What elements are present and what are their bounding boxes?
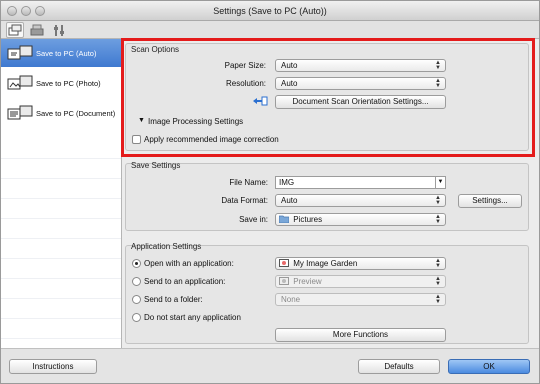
sidebar-item-save-to-pc-auto[interactable]: Save to PC (Auto) [1,39,121,67]
application-settings-title: Application Settings [131,242,202,251]
scan-from-pc-tab[interactable] [6,22,24,38]
ok-button[interactable]: OK [448,359,530,374]
instructions-button[interactable]: Instructions [9,359,97,374]
sidebar: Save to PC (Auto) Save to PC (Photo) Sav… [1,39,122,348]
sidebar-item-save-to-pc-document[interactable]: Save to PC (Document) [1,99,121,127]
save-settings-section: Save Settings File Name: IMG ▼ Data Form… [125,161,529,231]
file-name-input[interactable]: IMG ▼ [275,176,446,189]
preview-app-icon [279,277,289,285]
popup-arrows-icon: ▲ ▼ [435,258,441,269]
send-to-folder-label: Send to a folder: [144,295,203,304]
scan-from-panel-tab[interactable] [28,22,46,38]
data-format-label: Data Format: [221,196,268,205]
data-format-select[interactable]: Auto ▲ ▼ [275,194,446,207]
popup-arrows-icon: ▲ ▼ [435,214,441,225]
folder-icon [278,215,290,224]
send-to-application-select[interactable]: Preview ▲ ▼ [275,275,446,288]
save-to-pc-photo-icon [7,74,33,92]
settings-window: Settings (Save to PC (Auto)) Save to PC … [0,0,540,384]
close-window-button[interactable] [7,6,17,16]
window-title: Settings (Save to PC (Auto)) [213,6,327,16]
open-with-application-value: My Image Garden [293,259,358,268]
send-to-application-value: Preview [293,277,322,286]
application-settings-section: Application Settings Open with an applic… [125,242,529,344]
popup-arrows-icon: ▲ ▼ [435,294,441,305]
more-functions-button[interactable]: More Functions [275,328,446,342]
sidebar-item-label: Save to PC (Photo) [36,78,101,88]
highlight-frame [121,38,535,157]
popup-arrows-icon: ▲ ▼ [435,195,441,206]
toolbar [1,21,539,39]
title-bar: Settings (Save to PC (Auto)) [1,1,539,21]
save-in-select[interactable]: Pictures ▲ ▼ [275,213,446,226]
save-to-pc-document-icon [7,104,33,122]
file-name-value: IMG [279,178,295,187]
popup-arrows-icon: ▲ ▼ [435,276,441,287]
send-to-folder-value: None [281,295,301,304]
data-format-settings-button[interactable]: Settings... [458,194,522,208]
sidebar-item-label: Save to PC (Auto) [36,48,97,58]
file-name-dropdown-icon[interactable]: ▼ [435,177,445,188]
scan-from-panel-icon [30,24,44,36]
data-format-value: Auto [281,196,298,205]
sidebar-empty-rows [1,139,121,339]
save-in-label: Save in: [239,215,268,224]
do-not-start-application-radio[interactable] [132,313,141,322]
open-with-application-radio[interactable] [132,259,141,268]
open-with-application-label: Open with an application: [144,259,234,268]
save-settings-title: Save Settings [131,161,181,170]
open-with-application-select[interactable]: My Image Garden ▲ ▼ [275,257,446,270]
send-to-folder-select[interactable]: None ▲ ▼ [275,293,446,306]
defaults-button[interactable]: Defaults [358,359,440,374]
sidebar-item-label: Save to PC (Document) [36,108,116,118]
general-settings-icon [54,25,64,36]
send-to-folder-radio[interactable] [132,295,141,304]
minimize-window-button[interactable] [21,6,31,16]
general-settings-tab[interactable] [50,22,68,38]
zoom-window-button[interactable] [35,6,45,16]
save-to-pc-auto-icon [7,44,33,62]
sidebar-item-save-to-pc-photo[interactable]: Save to PC (Photo) [1,69,121,97]
file-name-label: File Name: [229,178,268,187]
bottom-bar: Instructions Defaults OK [1,348,539,383]
scan-from-pc-icon [8,24,22,36]
save-in-value: Pictures [293,215,323,224]
send-to-application-label: Send to an application: [144,277,226,286]
do-not-start-application-label: Do not start any application [144,313,241,322]
send-to-application-radio[interactable] [132,277,141,286]
my-image-garden-icon [279,259,289,267]
